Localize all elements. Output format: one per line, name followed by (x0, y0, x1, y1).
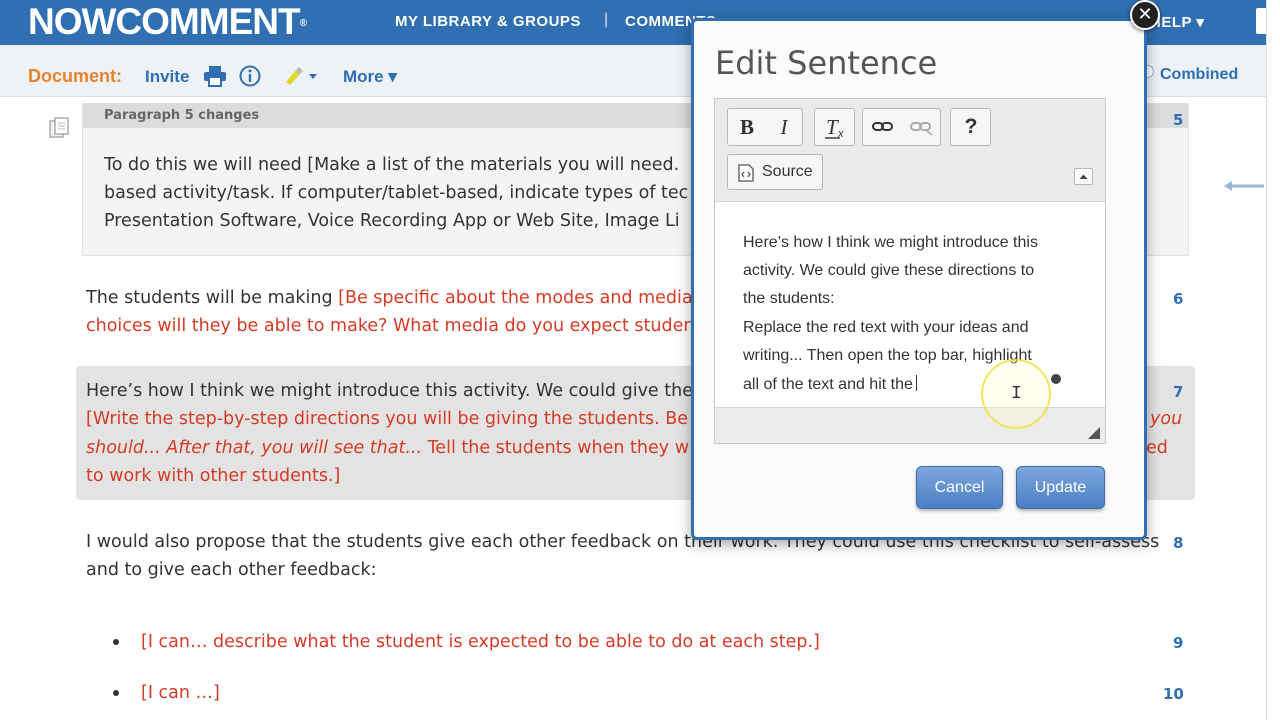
combined-view-link[interactable]: Combined (1160, 66, 1238, 84)
paragraph-6-red-text: [Be specific about the modes and media (338, 288, 693, 308)
link-button-group (862, 108, 941, 146)
editor-text-line-1[interactable]: Here’s how I think we might introduce th… (743, 229, 1038, 258)
info-icon[interactable] (238, 65, 262, 87)
editor-text-line-5[interactable]: writing... Then open the top bar, highli… (743, 342, 1032, 371)
editor-status-bar (715, 407, 1105, 443)
paragraph-8-line-2: and to give each other feedback: (86, 560, 377, 580)
paragraph-number-10[interactable]: 10 (1163, 685, 1184, 703)
ibeam-cursor-icon: I (1011, 384, 1022, 404)
highlighter-icon[interactable] (282, 65, 322, 87)
help-button-group: ? (950, 108, 991, 146)
editor-text-line-2[interactable]: activity. We could give these directions… (743, 257, 1034, 286)
arrow-left-icon[interactable] (1224, 178, 1264, 192)
close-icon: ✕ (1137, 4, 1153, 25)
svg-text:x: x (837, 128, 844, 140)
editor-text-line-4[interactable]: Replace the red text with your ideas and (743, 314, 1029, 343)
resize-handle-icon[interactable] (1086, 424, 1100, 439)
paragraph-6-line-1: The students will be making [Be specific… (86, 286, 693, 310)
document-label: Document: (28, 66, 122, 86)
paragraph-7-line-2-end: you (1150, 409, 1183, 429)
format-button-group: B I (727, 108, 803, 146)
nav-my-library-groups[interactable]: MY LIBRARY & GROUPS (395, 13, 581, 30)
paragraph-7-red-text: Tell the students when they w (422, 438, 690, 458)
dialog-title: Edit Sentence (715, 44, 938, 82)
paragraph-number-8[interactable]: 8 (1173, 534, 1183, 552)
print-icon[interactable] (203, 65, 227, 87)
paragraph-6-line-2: choices will they be able to make? What … (86, 316, 695, 336)
paragraph-7-line-2: [Write the step-by-step directions you w… (86, 409, 689, 429)
paragraph-7-line-1[interactable]: Here’s how I think we might introduce th… (86, 379, 693, 403)
italic-button[interactable]: I (766, 109, 802, 145)
paragraph-5-header-label: Paragraph 5 changes (104, 108, 260, 123)
unlink-icon (903, 109, 939, 145)
bullet-item-10: [I can …] (141, 683, 220, 703)
editor-text-line-6-content: all of the text and hit the (743, 376, 913, 393)
more-menu[interactable]: More ▾ (343, 67, 397, 87)
logo-registered-mark: ® (299, 18, 307, 29)
paragraph-number-5[interactable]: 5 (1173, 111, 1183, 129)
paragraph-7-line-3: should... After that, you will see that.… (86, 436, 689, 460)
help-button[interactable]: ? (953, 109, 989, 145)
paragraph-7-line-3-end: ed (1146, 438, 1168, 458)
text-caret (915, 375, 917, 391)
copy-icon[interactable] (49, 117, 71, 139)
update-button[interactable]: Update (1016, 466, 1105, 509)
clear-format-group: Tx (814, 108, 855, 146)
collapse-toolbar-button[interactable] (1074, 168, 1093, 185)
cancel-button[interactable]: Cancel (916, 466, 1003, 509)
paragraph-7-line-4: to work with other students.] (86, 466, 341, 486)
nav-separator: | (604, 11, 609, 28)
invite-link[interactable]: Invite (145, 67, 189, 87)
paragraph-5-line-2: based activity/task. If computer/tablet-… (104, 183, 689, 203)
right-scroll-area[interactable] (1266, 0, 1280, 720)
editor-text-line-3[interactable]: the students: (743, 285, 835, 314)
paragraph-number-7[interactable]: 7 (1173, 383, 1183, 401)
source-button[interactable]: Source (727, 154, 823, 190)
paragraph-6-text: The students will be making (86, 288, 339, 308)
close-dialog-button[interactable]: ✕ (1130, 0, 1160, 30)
logo-text: NOWCOMMENT (28, 1, 301, 42)
source-button-label: Source (762, 163, 813, 180)
link-icon[interactable] (865, 109, 901, 145)
paragraph-number-9[interactable]: 9 (1173, 634, 1183, 652)
paragraph-7-italic-text: should... After that, you will see that.… (86, 438, 423, 458)
bullet-dot (113, 690, 119, 696)
bullet-item-9: [I can… describe what the student is exp… (141, 632, 820, 652)
bullet-dot (113, 639, 119, 645)
paragraph-number-6[interactable]: 6 (1173, 290, 1183, 308)
paragraph-5-line-1: To do this we will need [Make a list of … (104, 155, 680, 175)
editor-text-line-6[interactable]: all of the text and hit the (743, 371, 917, 400)
bold-button[interactable]: B (729, 109, 765, 145)
clear-format-button[interactable]: Tx (817, 109, 853, 145)
cursor-dot (1051, 374, 1061, 384)
paragraph-5-line-3: Presentation Software, Voice Recording A… (104, 211, 680, 231)
nowcomment-logo[interactable]: NOWCOMMENT® (28, 1, 307, 42)
